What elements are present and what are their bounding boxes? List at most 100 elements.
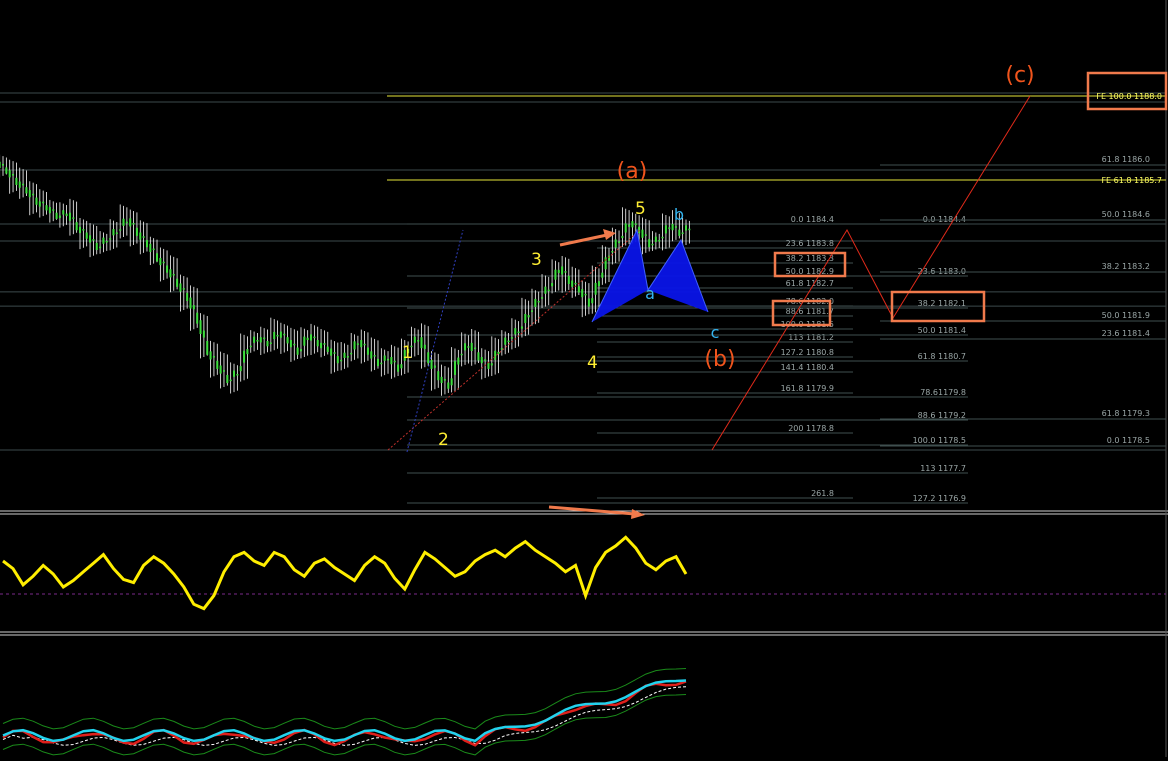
candle-body xyxy=(68,212,71,221)
candle-body xyxy=(477,352,480,361)
candle-body xyxy=(634,223,637,225)
candle-body xyxy=(353,341,356,350)
candle-body xyxy=(504,337,507,345)
candle-body xyxy=(276,334,279,337)
dashed-average-line xyxy=(2,686,687,746)
candle-body xyxy=(544,286,547,294)
candle-body xyxy=(186,292,189,301)
fib1-label-1: 23.6 1183.8 xyxy=(786,239,834,248)
candle-body xyxy=(624,223,627,233)
candle-body xyxy=(259,337,262,343)
candle-body xyxy=(119,229,122,231)
candle-body xyxy=(32,193,35,196)
cyan-ma-line xyxy=(2,679,687,743)
fib3-label-3: 50.0 1181.9 xyxy=(1102,311,1150,320)
candle-body xyxy=(460,353,463,356)
candle-body xyxy=(139,232,142,240)
candle-body xyxy=(209,351,212,360)
fib1-label-8: 113 1181.2 xyxy=(788,333,834,342)
candle-body xyxy=(524,313,527,324)
fib2-label-8: 113 1177.7 xyxy=(920,464,966,473)
candle-body xyxy=(15,177,18,185)
candle-body xyxy=(206,340,209,355)
candle-body xyxy=(202,330,205,338)
candle-body xyxy=(674,226,677,228)
fib3-label-0: 61.8 1186.0 xyxy=(1102,155,1150,164)
candle-body xyxy=(474,347,477,350)
candle-body xyxy=(102,237,105,244)
candle-body xyxy=(189,297,192,309)
candle-body xyxy=(152,248,155,251)
fib1-label-10: 141.4 1180.4 xyxy=(781,363,834,372)
fib3-label-4: 23.6 1181.4 xyxy=(1102,329,1150,338)
candle-body xyxy=(249,345,252,348)
candle-body xyxy=(611,250,614,253)
candle-body xyxy=(561,266,564,275)
candle-body xyxy=(2,164,4,166)
highlight-box-3 xyxy=(1086,71,1168,111)
candle-body xyxy=(584,293,587,296)
candle-body xyxy=(320,342,323,349)
candle-body xyxy=(648,239,651,248)
candle-body xyxy=(109,238,112,240)
candle-body xyxy=(38,201,41,207)
fib2-label-7: 100.0 1178.5 xyxy=(913,436,966,445)
candle-body xyxy=(72,217,75,219)
chart-svg: FE 100.0 1188.0 FE 61.8 1185.7 0.0 1184.4 2… xyxy=(0,0,1168,757)
candle-body xyxy=(212,356,215,358)
candle-body xyxy=(35,197,38,205)
candle-body xyxy=(75,222,78,231)
candle-body xyxy=(82,229,85,231)
candle-body xyxy=(306,337,309,341)
candle-body xyxy=(530,310,533,312)
candle-body xyxy=(142,236,145,238)
wave-label-a: a xyxy=(645,284,655,303)
candle-body xyxy=(89,235,92,243)
candle-body xyxy=(182,288,185,290)
candle-body xyxy=(62,210,65,215)
candle-body xyxy=(376,358,379,367)
candle-body xyxy=(618,241,621,244)
fib2-label-2: 38.2 1182.1 xyxy=(918,299,966,308)
fib1-label-9: 127.2 1180.8 xyxy=(781,348,834,357)
candle-body xyxy=(65,213,68,217)
candle-body xyxy=(99,246,102,249)
candle-body xyxy=(661,236,664,239)
candle-body xyxy=(176,278,179,287)
candle-body xyxy=(310,334,313,341)
candle-body xyxy=(216,360,219,369)
candle-body xyxy=(390,357,393,365)
candle-body xyxy=(8,170,11,178)
candle-body xyxy=(283,333,286,336)
candle-body xyxy=(343,352,346,358)
candle-body xyxy=(115,232,118,234)
candle-body xyxy=(658,240,661,242)
candle-body xyxy=(383,355,386,361)
candle-body xyxy=(350,352,353,355)
fe-level-label-0: FE 100.0 1188.0 xyxy=(1096,92,1162,101)
candle-body xyxy=(229,379,232,382)
oscillator-line xyxy=(2,535,688,611)
fib2-label-5: 78.61179.8 xyxy=(920,388,966,397)
arrow-price-head xyxy=(603,229,616,240)
candle-body xyxy=(678,229,681,236)
candle-body xyxy=(490,363,493,366)
candle-body xyxy=(273,331,276,340)
fib2-label-9: 127.2 1176.9 xyxy=(913,494,966,503)
fib1-label-2: 38.2 1183.3 xyxy=(786,254,834,263)
candle-body xyxy=(132,223,135,225)
candle-body xyxy=(336,356,339,364)
wave-label-5: 5 xyxy=(635,199,646,219)
wave-label-c: (c) xyxy=(1005,63,1034,88)
candle-body xyxy=(671,224,674,231)
candle-body xyxy=(557,269,560,274)
candle-body xyxy=(135,227,138,236)
fib1-label-4: 61.8 1182.7 xyxy=(786,279,834,288)
candle-body xyxy=(433,365,436,368)
candle-body xyxy=(256,340,259,342)
candle-body xyxy=(366,347,369,355)
candle-body xyxy=(236,373,239,376)
candle-body xyxy=(48,207,51,214)
candle-body xyxy=(484,359,487,361)
candle-body xyxy=(517,331,520,334)
